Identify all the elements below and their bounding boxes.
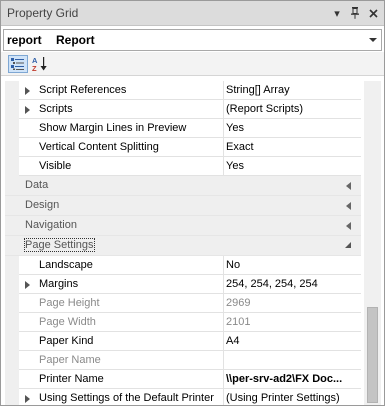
property-value[interactable]: 254, 254, 254, 254 <box>224 275 361 294</box>
property-row-paper-kind[interactable]: Paper Kind A4 <box>5 332 361 351</box>
svg-text:Z: Z <box>32 64 37 72</box>
property-name: Paper Name <box>19 351 224 370</box>
property-row-paper-name[interactable]: Paper Name <box>5 351 361 370</box>
property-toolbar: A Z <box>1 52 384 76</box>
property-name: Show Margin Lines in Preview <box>19 119 224 138</box>
property-row-landscape[interactable]: Landscape No <box>5 256 361 275</box>
vertical-scrollbar[interactable] <box>364 81 381 405</box>
property-row-script-references[interactable]: Script References String[] Array <box>5 81 361 100</box>
object-type: Report <box>56 33 95 47</box>
property-name: Printer Name <box>19 370 224 389</box>
property-row-scripts[interactable]: Scripts (Report Scripts) <box>5 100 361 119</box>
expand-arrow-icon[interactable] <box>25 106 30 114</box>
property-value[interactable]: Yes <box>224 119 361 138</box>
categorized-icon[interactable] <box>8 55 28 73</box>
expand-arrow-icon[interactable] <box>25 395 30 403</box>
property-row-margins[interactable]: Margins 254, 254, 254, 254 <box>5 275 361 294</box>
category-label: Navigation <box>25 219 77 231</box>
property-value[interactable]: A4 <box>224 332 361 351</box>
scrollbar-thumb[interactable] <box>367 307 378 403</box>
property-row-page-height[interactable]: Page Height 2969 <box>5 294 361 313</box>
property-name: Paper Kind <box>19 332 224 351</box>
property-name: Landscape <box>19 256 224 275</box>
property-row-visible[interactable]: Visible Yes <box>5 157 361 176</box>
property-name: Scripts <box>19 100 224 119</box>
property-value[interactable]: No <box>224 256 361 275</box>
property-name: Margins <box>19 275 224 294</box>
object-selector-dropdown[interactable]: report Report <box>3 29 382 51</box>
object-name: report <box>7 33 42 47</box>
property-name: Using Settings of the Default Printer <box>19 389 224 405</box>
property-row-using-default-printer[interactable]: Using Settings of the Default Printer (U… <box>5 389 361 405</box>
category-label: Design <box>25 199 60 211</box>
property-value[interactable]: String[] Array <box>224 81 361 100</box>
category-label: Data <box>25 179 49 191</box>
collapse-arrow-icon[interactable] <box>346 222 351 230</box>
property-name: Page Width <box>19 313 224 332</box>
property-value[interactable]: Yes <box>224 157 361 176</box>
property-value <box>224 351 361 370</box>
property-value[interactable]: (Using Printer Settings) <box>224 389 361 405</box>
category-navigation[interactable]: Navigation <box>5 216 361 236</box>
category-page-settings[interactable]: Page Settings <box>5 236 361 256</box>
property-grid: Script References String[] Array Scripts… <box>5 81 361 405</box>
category-design[interactable]: Design <box>5 196 361 216</box>
title-bar: Property Grid ▾ <box>1 1 384 26</box>
property-value: 2969 <box>224 294 361 313</box>
property-row-page-width[interactable]: Page Width 2101 <box>5 313 361 332</box>
property-value[interactable]: \\per-srv-ad2\FX Doc... <box>224 370 361 389</box>
property-value[interactable]: (Report Scripts) <box>224 100 361 119</box>
pin-icon[interactable] <box>347 5 363 21</box>
expanded-arrow-icon[interactable] <box>345 242 351 248</box>
window-title: Property Grid <box>7 6 79 20</box>
property-name: Visible <box>19 157 224 176</box>
property-name: Script References <box>19 81 224 100</box>
category-data[interactable]: Data <box>5 176 361 196</box>
property-grid-window: Property Grid ▾ report Report A Z Script… <box>0 0 385 406</box>
property-row-printer-name[interactable]: Printer Name \\per-srv-ad2\FX Doc... <box>5 370 361 389</box>
expand-arrow-icon[interactable] <box>25 281 30 289</box>
property-value[interactable]: Exact <box>224 138 361 157</box>
collapse-arrow-icon[interactable] <box>346 202 351 210</box>
property-name: Vertical Content Splitting <box>19 138 224 157</box>
property-name: Page Height <box>19 294 224 313</box>
property-value: 2101 <box>224 313 361 332</box>
property-row-show-margin-lines[interactable]: Show Margin Lines in Preview Yes <box>5 119 361 138</box>
collapse-arrow-icon[interactable] <box>346 182 351 190</box>
close-icon[interactable] <box>365 5 381 21</box>
expand-arrow-icon[interactable] <box>25 87 30 95</box>
window-menu-button[interactable]: ▾ <box>329 5 345 21</box>
sort-az-icon[interactable]: A Z <box>30 55 50 73</box>
chevron-down-icon[interactable] <box>369 38 377 42</box>
category-label: Page Settings <box>24 238 95 252</box>
property-row-vertical-content-splitting[interactable]: Vertical Content Splitting Exact <box>5 138 361 157</box>
